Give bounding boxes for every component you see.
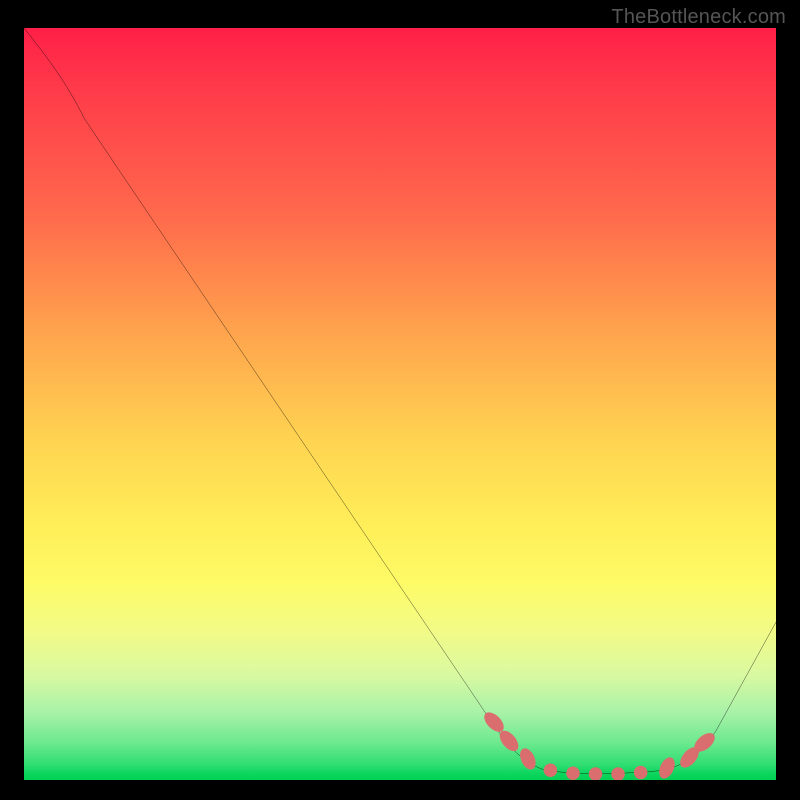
- plot-area: [24, 28, 776, 780]
- bottleneck-curve: [24, 28, 776, 774]
- watermark-text: TheBottleneck.com: [611, 6, 786, 29]
- curve-layer: [24, 28, 776, 780]
- optimal-range-markers: [481, 709, 718, 780]
- chart-frame: TheBottleneck.com: [0, 0, 800, 800]
